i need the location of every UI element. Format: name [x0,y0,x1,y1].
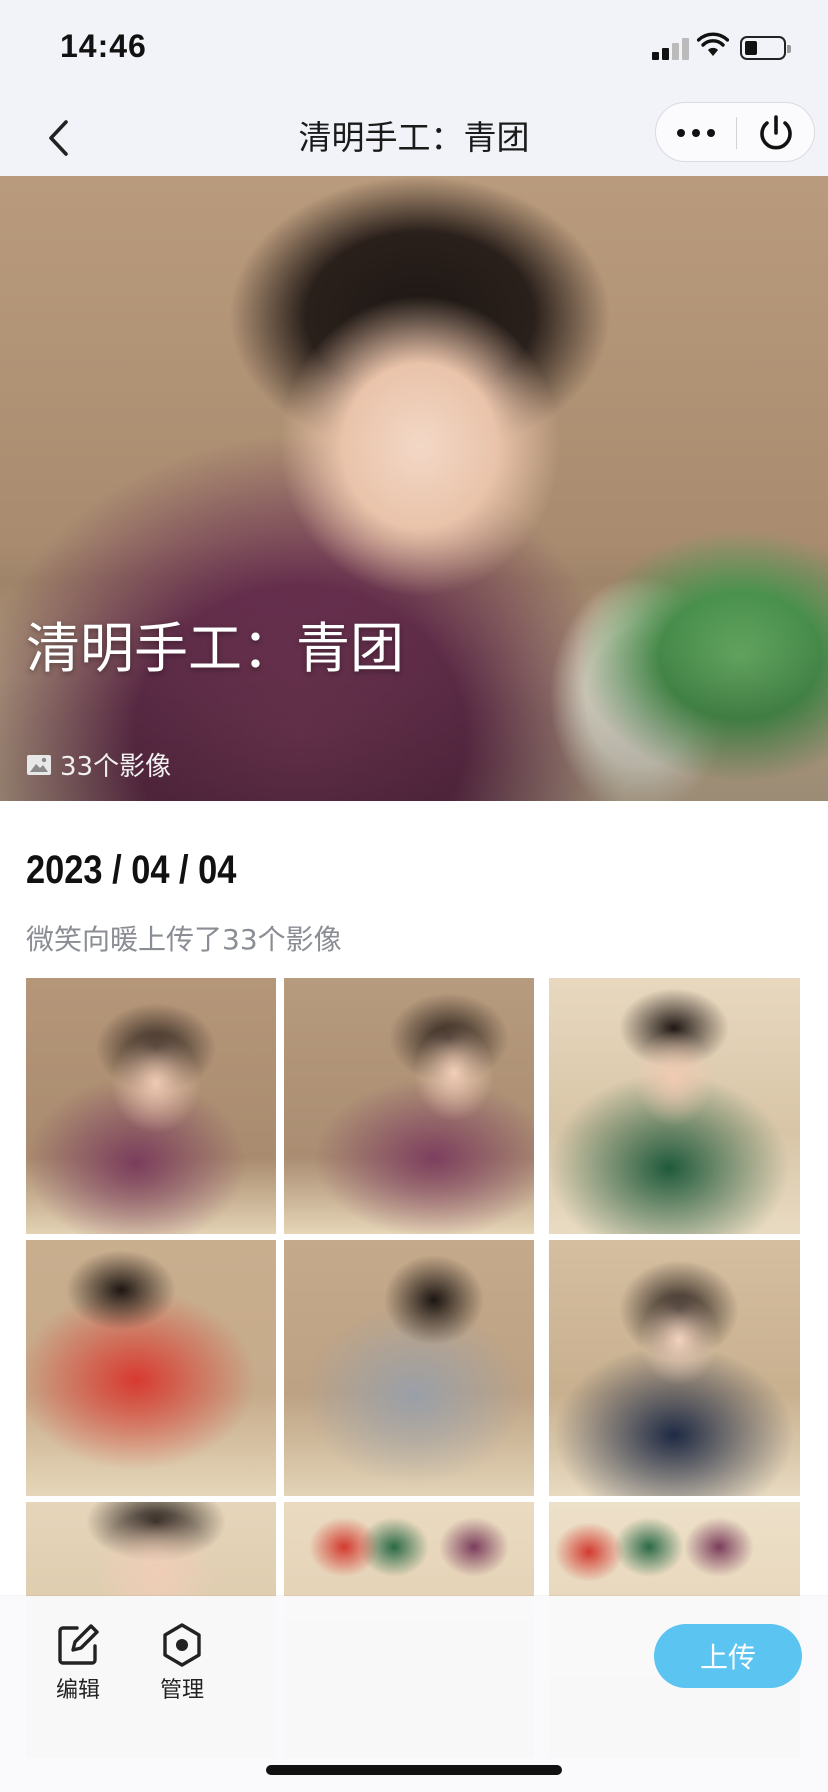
edit-icon [58,1624,99,1665]
manage-icon [163,1623,201,1667]
more-icon[interactable] [656,103,736,163]
power-icon[interactable] [736,103,816,163]
media-count: 33个影像 [26,746,171,783]
upload-button[interactable]: 上传 [654,1624,802,1688]
album-date: 2023 / 04 / 04 [26,848,237,892]
media-count-text: 33个影像 [60,752,172,782]
home-indicator[interactable] [266,1765,562,1775]
edit-button[interactable]: 编辑 [33,1622,123,1704]
photo-thumbnail[interactable] [549,1240,800,1496]
photo-thumbnail[interactable] [549,978,800,1234]
status-time: 14:46 [60,28,147,64]
photo-thumbnail[interactable] [26,1240,276,1496]
battery-icon [740,36,791,60]
mini-program-capsule [655,102,815,162]
image-icon [27,754,51,775]
photo-thumbnail[interactable] [26,978,276,1234]
uploader-line: 微笑向暖上传了33个影像 [26,923,342,956]
cellular-signal-icon [652,38,690,60]
bottom-toolbar: 编辑 管理 上传 [0,1596,828,1792]
photo-thumbnail[interactable] [284,978,534,1234]
status-bar: 14:46 [0,0,828,100]
manage-label: 管理 [159,1678,204,1703]
wifi-icon [697,32,729,56]
manage-button[interactable]: 管理 [137,1622,227,1704]
album-cover[interactable]: 清明手工：青团 33个影像 [0,176,828,801]
album-title: 清明手工：青团 [26,617,404,680]
edit-label: 编辑 [55,1678,100,1703]
nav-bar: 清明手工：青团 [0,100,828,176]
photo-thumbnail[interactable] [284,1240,534,1496]
